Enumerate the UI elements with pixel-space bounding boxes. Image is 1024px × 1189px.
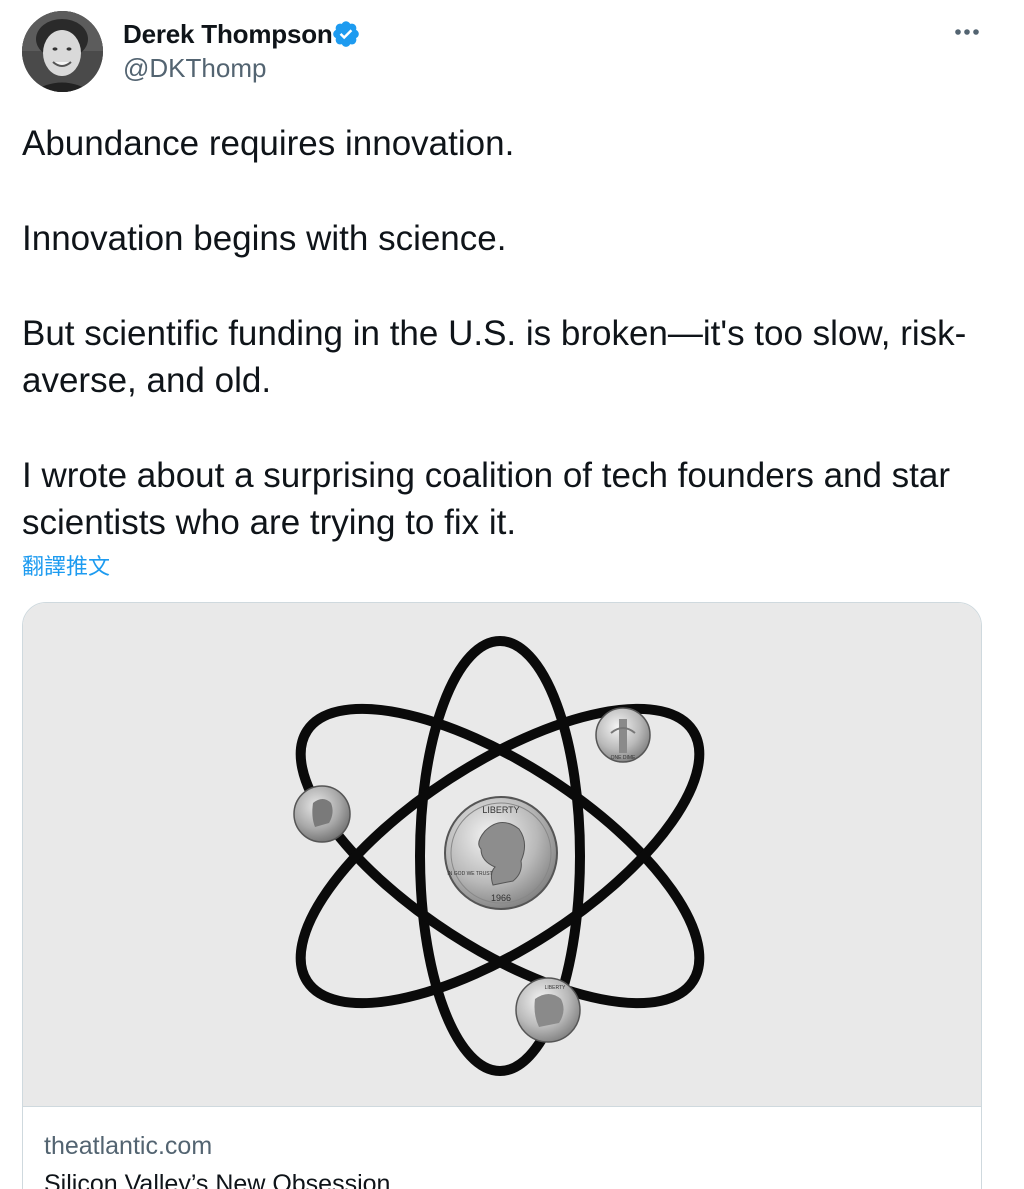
tweet-paragraph: I wrote about a surprising coalition of …: [22, 456, 951, 542]
nickel-coin: LIBERTY: [515, 977, 581, 1043]
coin-text: IN GOD WE TRUST: [447, 871, 492, 877]
tweet-paragraph: But scientific funding in the U.S. is br…: [22, 314, 967, 400]
author-display-name[interactable]: Derek Thompson: [123, 18, 333, 50]
penny-coin: [293, 785, 351, 843]
link-card-image[interactable]: LIBERTY 1966 IN GOD WE TRUST ONE DIME LI…: [23, 603, 981, 1107]
author-handle[interactable]: @DKThomp: [123, 52, 266, 84]
coin-text: ONE DIME: [611, 755, 636, 761]
tweet-paragraph: Abundance requires innovation.: [22, 124, 515, 163]
translate-tweet-link[interactable]: 翻譯推文: [22, 553, 110, 581]
tweet: Derek Thompson @DKThomp Abundance requir…: [0, 0, 1024, 1189]
coin-text: LIBERTY: [545, 985, 566, 991]
tweet-paragraph: Innovation begins with science.: [22, 219, 507, 258]
link-card-domain[interactable]: theatlantic.com: [44, 1131, 212, 1161]
coin-text: LIBERTY: [482, 805, 519, 815]
more-options-icon[interactable]: [950, 17, 984, 47]
link-card-title[interactable]: Silicon Valley’s New Obsession: [44, 1169, 390, 1189]
tweet-text: Abundance requires innovation. Innovatio…: [22, 120, 982, 546]
verified-badge-icon: [333, 21, 359, 47]
dime-coin: ONE DIME: [595, 707, 651, 763]
atom-with-coins-illustration-icon: LIBERTY 1966 IN GOD WE TRUST ONE DIME LI…: [293, 636, 705, 1076]
coin-text: 1966: [491, 893, 511, 903]
avatar[interactable]: [22, 11, 103, 92]
quarter-coin: LIBERTY 1966 IN GOD WE TRUST: [444, 796, 558, 910]
profile-photo-icon: [22, 11, 103, 92]
link-card[interactable]: LIBERTY 1966 IN GOD WE TRUST ONE DIME LI…: [22, 602, 982, 1189]
